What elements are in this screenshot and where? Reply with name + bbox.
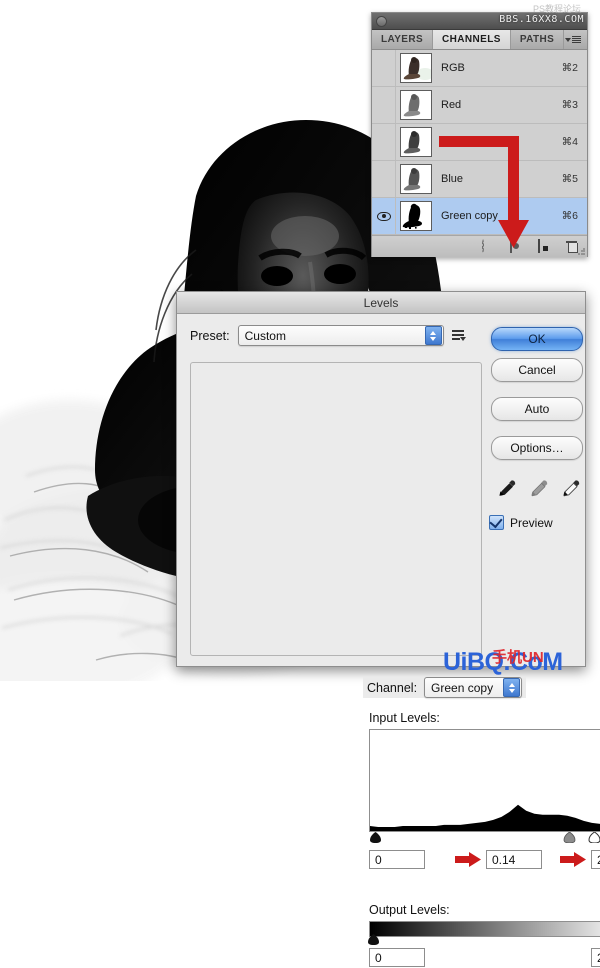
preset-select[interactable]: Custom (237, 325, 444, 346)
load-channel-as-selection-icon[interactable] (482, 239, 495, 253)
watermark-red-overlay: 手机UN (492, 649, 544, 666)
channels-panel[interactable]: PS教程论坛 BBS.16XX8.COM LAYERS CHANNELS PAT… (371, 4, 588, 257)
channel-shortcut-red: ⌘3 (561, 99, 578, 111)
watermark-panel-title: BBS.16XX8.COM (499, 14, 584, 25)
panel-titlebar[interactable]: PS教程论坛 BBS.16XX8.COM (372, 4, 587, 30)
save-selection-as-channel-icon[interactable] (510, 239, 523, 253)
preset-row: Preset: Custom (190, 325, 466, 346)
output-levels-slider-track[interactable] (367, 934, 600, 946)
ok-button[interactable]: OK (491, 327, 583, 351)
set-white-point-eyedropper[interactable] (561, 478, 581, 500)
input-levels-label: Input Levels: (369, 711, 440, 725)
channel-select[interactable]: Green copy (424, 677, 523, 698)
panel-close-icon[interactable] (376, 16, 387, 27)
visibility-toggle-green[interactable] (372, 124, 396, 160)
channel-shortcut-green-copy: ⌘6 (561, 210, 578, 222)
black-point-input-field[interactable]: 0 (369, 850, 425, 869)
visibility-toggle-green-copy[interactable] (372, 198, 396, 234)
input-white-point-slider[interactable] (588, 832, 600, 843)
visibility-toggle-blue[interactable] (372, 161, 396, 197)
channel-thumbnail-green-copy (400, 201, 432, 231)
input-levels-slider-track[interactable] (369, 832, 600, 844)
channel-row-rgb[interactable]: RGB ⌘2 (372, 50, 587, 87)
channel-name-red: Red (441, 99, 462, 111)
channel-value: Green copy (431, 680, 494, 695)
channel-name-green: Green (441, 136, 472, 148)
visibility-toggle-rgb[interactable] (372, 50, 396, 86)
output-levels-label: Output Levels: (369, 903, 450, 917)
eye-icon[interactable] (376, 211, 391, 221)
output-black-slider[interactable] (367, 934, 380, 945)
eyedropper-group (497, 476, 580, 502)
tab-paths[interactable]: PATHS (511, 30, 565, 49)
channels-list[interactable]: RGB ⌘2 Red ⌘3 Green ⌘4 Blue ⌘5 Green cop… (372, 50, 587, 235)
cancel-button[interactable]: Cancel (491, 358, 583, 382)
dialog-body: Preset: Custom Channel: Green copy Input… (177, 314, 600, 967)
tab-channels[interactable]: CHANNELS (433, 30, 511, 49)
white-point-input-field[interactable]: 247 (591, 850, 600, 869)
preview-row[interactable]: Preview (489, 514, 553, 530)
channel-thumbnail-blue (400, 164, 432, 194)
tab-layers[interactable]: LAYERS (372, 30, 434, 49)
channel-row-green-copy[interactable]: Green copy ⌘6 (372, 198, 587, 235)
channel-row: Channel: Green copy (363, 677, 527, 698)
input-gamma-slider[interactable] (563, 832, 576, 843)
panel-menu-icon[interactable] (565, 34, 583, 45)
output-black-field[interactable]: 0 (369, 948, 425, 967)
channel-shortcut-green: ⌘4 (561, 136, 578, 148)
preset-label: Preset: (190, 328, 230, 343)
channel-name-rgb: RGB (441, 62, 465, 74)
channel-shortcut-blue: ⌘5 (561, 173, 578, 185)
dialog-title: Levels (363, 295, 399, 310)
levels-dialog[interactable]: Levels Preset: Custom Channel: Green cop… (176, 291, 600, 967)
histogram-plot (370, 730, 600, 831)
channels-panel-footer[interactable] (372, 235, 587, 257)
channel-row-green[interactable]: Green ⌘4 (372, 124, 587, 161)
red-arrow-to-gamma (455, 852, 481, 867)
preview-label: Preview (510, 515, 553, 530)
set-black-point-eyedropper[interactable] (497, 478, 517, 500)
channel-row-red[interactable]: Red ⌘3 (372, 87, 587, 124)
channel-thumbnail-rgb (400, 53, 432, 83)
channel-row-blue[interactable]: Blue ⌘5 (372, 161, 587, 198)
chevron-updown-icon[interactable] (424, 326, 442, 345)
preset-options-icon[interactable] (451, 329, 466, 342)
red-arrow-to-white-point (560, 852, 586, 867)
input-black-point-slider[interactable] (369, 832, 382, 843)
dialog-titlebar[interactable]: Levels (177, 292, 585, 314)
channel-name-green-copy: Green copy (441, 210, 498, 222)
output-levels-fields: 0 255 (369, 948, 600, 968)
channel-thumbnail-green (400, 127, 432, 157)
histogram[interactable] (369, 729, 600, 832)
channel-shortcut-rgb: ⌘2 (561, 62, 578, 74)
preset-value: Custom (244, 328, 286, 343)
panel-tab-bar[interactable]: LAYERS CHANNELS PATHS (372, 30, 587, 50)
input-levels-fields: 0 0.14 247 (369, 850, 600, 870)
options-button[interactable]: Options… (491, 436, 583, 460)
set-gray-point-eyedropper[interactable] (529, 478, 549, 500)
auto-button[interactable]: Auto (491, 397, 583, 421)
channel-thumbnail-red (400, 90, 432, 120)
channel-name-blue: Blue (441, 173, 464, 185)
levels-group-box (190, 362, 482, 656)
preview-checkbox[interactable] (489, 514, 504, 530)
gamma-input-field[interactable]: 0.14 (486, 850, 542, 869)
resize-grip-icon[interactable] (578, 248, 585, 255)
visibility-toggle-red[interactable] (372, 87, 396, 123)
output-white-field[interactable]: 255 (591, 948, 600, 967)
new-channel-icon[interactable] (538, 239, 551, 253)
channel-label: Channel: (367, 680, 418, 695)
